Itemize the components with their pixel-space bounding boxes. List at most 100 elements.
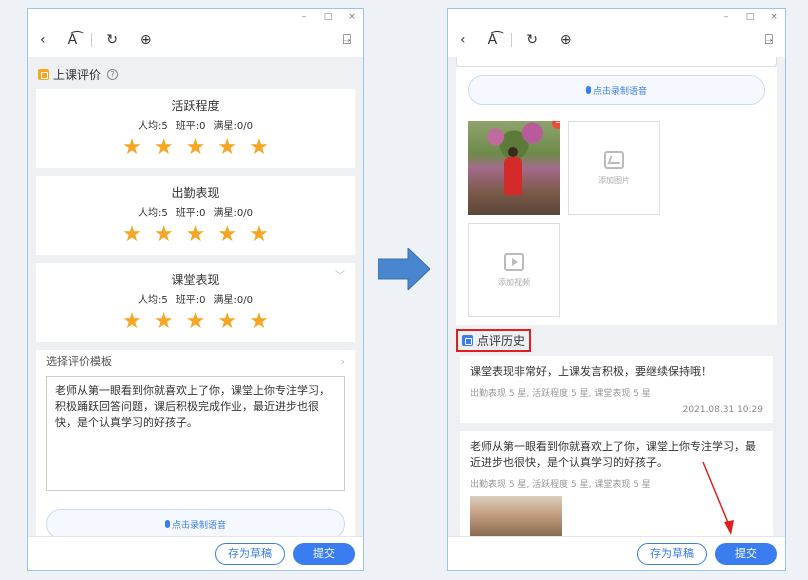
star-icon[interactable]: ★ bbox=[249, 310, 269, 334]
star-rating[interactable]: ★ ★ ★ ★ ★ bbox=[36, 136, 355, 168]
comment-textarea[interactable]: 老师从第一眼看到你就喜欢上了你，课堂上你专注学习，积极踊跃回答问题，课后积极完成… bbox=[46, 376, 345, 491]
history-text: 课堂表现非常好，上课发言积极，要继续保持哦！ bbox=[470, 365, 712, 378]
submit-button[interactable]: 提交 bbox=[715, 542, 777, 565]
template-label: 选择评价模板 bbox=[46, 355, 112, 368]
full-star-stat: 满星:0/0 bbox=[213, 121, 253, 132]
globe-icon[interactable]: ⊕ bbox=[140, 30, 152, 50]
card-title: 出勤表现 bbox=[171, 186, 220, 200]
record-voice-label: 点击录制语音 bbox=[592, 86, 647, 97]
star-rating[interactable]: ★ ★ ★ ★ ★ bbox=[36, 310, 355, 342]
star-icon[interactable]: ★ bbox=[217, 136, 237, 160]
history-item: 课堂表现非常好，上课发言积极，要继续保持哦！ 出勤表现 5 星, 活跃程度 5 … bbox=[460, 356, 773, 423]
maximize-button[interactable]: □ bbox=[745, 10, 755, 24]
scrolled-field-edge bbox=[456, 57, 777, 67]
submit-button[interactable]: 提交 bbox=[293, 542, 355, 565]
template-selector[interactable]: 选择评价模板 › bbox=[36, 350, 355, 372]
transition-arrow-icon bbox=[378, 248, 430, 290]
history-icon bbox=[462, 335, 473, 346]
full-star-stat: 满星:0/0 bbox=[213, 208, 253, 219]
voice-wrap: 点击录制语音 bbox=[36, 499, 355, 536]
history-photo[interactable] bbox=[470, 496, 562, 536]
window-controls: – □ × bbox=[299, 10, 357, 24]
toolbar: ‹ A͡ ↻ ⊕ ⍈ bbox=[448, 23, 785, 57]
record-voice-label: 点击录制语音 bbox=[171, 520, 226, 531]
microphone-icon bbox=[585, 86, 591, 94]
section-header: 上课评价 ? bbox=[28, 63, 363, 85]
avg-stat: 人均:5 bbox=[138, 121, 168, 132]
font-size-icon[interactable]: A͡ bbox=[488, 30, 498, 50]
chevron-down-icon[interactable]: ﹀ bbox=[335, 267, 345, 282]
uploaded-photo[interactable]: – bbox=[468, 121, 560, 215]
history-item: 老师从第一眼看到你就喜欢上了你，课堂上你专注学习，最近进步也很快，是个认真学习的… bbox=[460, 431, 773, 536]
card-title: 活跃程度 bbox=[171, 99, 220, 113]
comment-wrap: 老师从第一眼看到你就喜欢上了你，课堂上你专注学习，积极踊跃回答问题，课后积极完成… bbox=[36, 372, 355, 499]
footer: 存为草稿 提交 bbox=[28, 536, 363, 570]
star-icon[interactable]: ★ bbox=[154, 136, 174, 160]
avg-stat: 人均:5 bbox=[138, 295, 168, 306]
class-avg-stat: 班平:0 bbox=[175, 121, 206, 132]
star-icon[interactable]: ★ bbox=[122, 310, 142, 334]
back-icon[interactable]: ‹ bbox=[460, 30, 466, 50]
evaluation-body: 点击录制语音 – 添加图片 添加视频 点评历史 课堂表现非常好，上课发言积极，要 bbox=[448, 57, 785, 536]
card-title: 课堂表现 bbox=[171, 273, 220, 287]
card-stats: 人均:5 班平:0 满星:0/0 bbox=[36, 291, 355, 306]
class-avg-stat: 班平:0 bbox=[175, 208, 206, 219]
photo-subject bbox=[504, 147, 522, 195]
back-icon[interactable]: ‹ bbox=[40, 30, 46, 50]
chevron-right-icon: › bbox=[340, 354, 345, 368]
star-icon[interactable]: ★ bbox=[249, 136, 269, 160]
card-stats: 人均:5 班平:0 满星:0/0 bbox=[36, 204, 355, 219]
star-icon[interactable]: ★ bbox=[122, 223, 142, 247]
history-title-highlight: 点评历史 bbox=[456, 329, 532, 352]
toolbar-divider bbox=[91, 33, 93, 47]
font-size-icon[interactable]: A͡ bbox=[68, 30, 78, 50]
star-icon[interactable]: ★ bbox=[249, 223, 269, 247]
rating-card-activity: 活跃程度 人均:5 班平:0 满星:0/0 ★ ★ ★ ★ ★ bbox=[36, 89, 355, 168]
history-title: 点评历史 bbox=[477, 334, 526, 348]
refresh-icon[interactable]: ↻ bbox=[106, 30, 118, 50]
star-icon[interactable]: ★ bbox=[154, 310, 174, 334]
right-window: – □ × ‹ A͡ ↻ ⊕ ⍈ 点击录制语音 – 添加图片 添加视频 点评历史… bbox=[447, 8, 786, 571]
maximize-button[interactable]: □ bbox=[323, 10, 333, 24]
record-voice-button[interactable]: 点击录制语音 bbox=[46, 509, 345, 536]
left-window: – □ × ‹ A͡ ↻ ⊕ ⍈ 上课评价 ? 活跃程度 人均:5 班平:0 满… bbox=[27, 8, 364, 571]
exit-icon[interactable]: ⍈ bbox=[765, 32, 773, 48]
star-icon[interactable]: ★ bbox=[186, 310, 206, 334]
avg-stat: 人均:5 bbox=[138, 208, 168, 219]
star-icon[interactable]: ★ bbox=[122, 136, 142, 160]
microphone-icon bbox=[164, 520, 170, 528]
toolbar: ‹ A͡ ↻ ⊕ ⍈ bbox=[28, 23, 363, 57]
star-icon[interactable]: ★ bbox=[186, 136, 206, 160]
rating-card-classroom: ﹀ 课堂表现 人均:5 班平:0 满星:0/0 ★ ★ ★ ★ ★ bbox=[36, 263, 355, 342]
save-draft-button[interactable]: 存为草稿 bbox=[215, 542, 285, 565]
star-icon[interactable]: ★ bbox=[186, 223, 206, 247]
exit-icon[interactable]: ⍈ bbox=[343, 32, 351, 48]
close-button[interactable]: × bbox=[347, 10, 357, 24]
help-icon[interactable]: ? bbox=[107, 68, 119, 80]
save-draft-button[interactable]: 存为草稿 bbox=[637, 542, 707, 565]
add-image-button[interactable]: 添加图片 bbox=[568, 121, 660, 215]
refresh-icon[interactable]: ↻ bbox=[526, 30, 538, 50]
image-icon bbox=[604, 150, 624, 169]
record-voice-button[interactable]: 点击录制语音 bbox=[468, 75, 765, 105]
add-image-label: 添加图片 bbox=[598, 175, 630, 185]
toolbar-divider bbox=[511, 33, 513, 47]
minimize-button[interactable]: – bbox=[721, 10, 731, 24]
history-meta: 出勤表现 5 星, 活跃程度 5 星, 课堂表现 5 星 bbox=[470, 480, 651, 490]
media-grid: – 添加图片 添加视频 bbox=[456, 113, 777, 325]
star-icon[interactable]: ★ bbox=[217, 223, 237, 247]
add-video-label: 添加视频 bbox=[498, 277, 530, 287]
close-button[interactable]: × bbox=[769, 10, 779, 24]
card-stats: 人均:5 班平:0 满星:0/0 bbox=[36, 117, 355, 132]
class-avg-stat: 班平:0 bbox=[175, 295, 206, 306]
star-icon[interactable]: ★ bbox=[154, 223, 174, 247]
evaluation-icon bbox=[38, 68, 49, 80]
globe-icon[interactable]: ⊕ bbox=[560, 30, 572, 50]
star-rating[interactable]: ★ ★ ★ ★ ★ bbox=[36, 223, 355, 255]
section-title: 上课评价 bbox=[53, 67, 102, 82]
star-icon[interactable]: ★ bbox=[217, 310, 237, 334]
minimize-button[interactable]: – bbox=[299, 10, 309, 24]
history-text: 老师从第一眼看到你就喜欢上了你，课堂上你专注学习，最近进步也很快，是个认真学习的… bbox=[470, 440, 756, 469]
add-video-button[interactable]: 添加视频 bbox=[468, 223, 560, 317]
window-controls: – □ × bbox=[721, 10, 779, 24]
